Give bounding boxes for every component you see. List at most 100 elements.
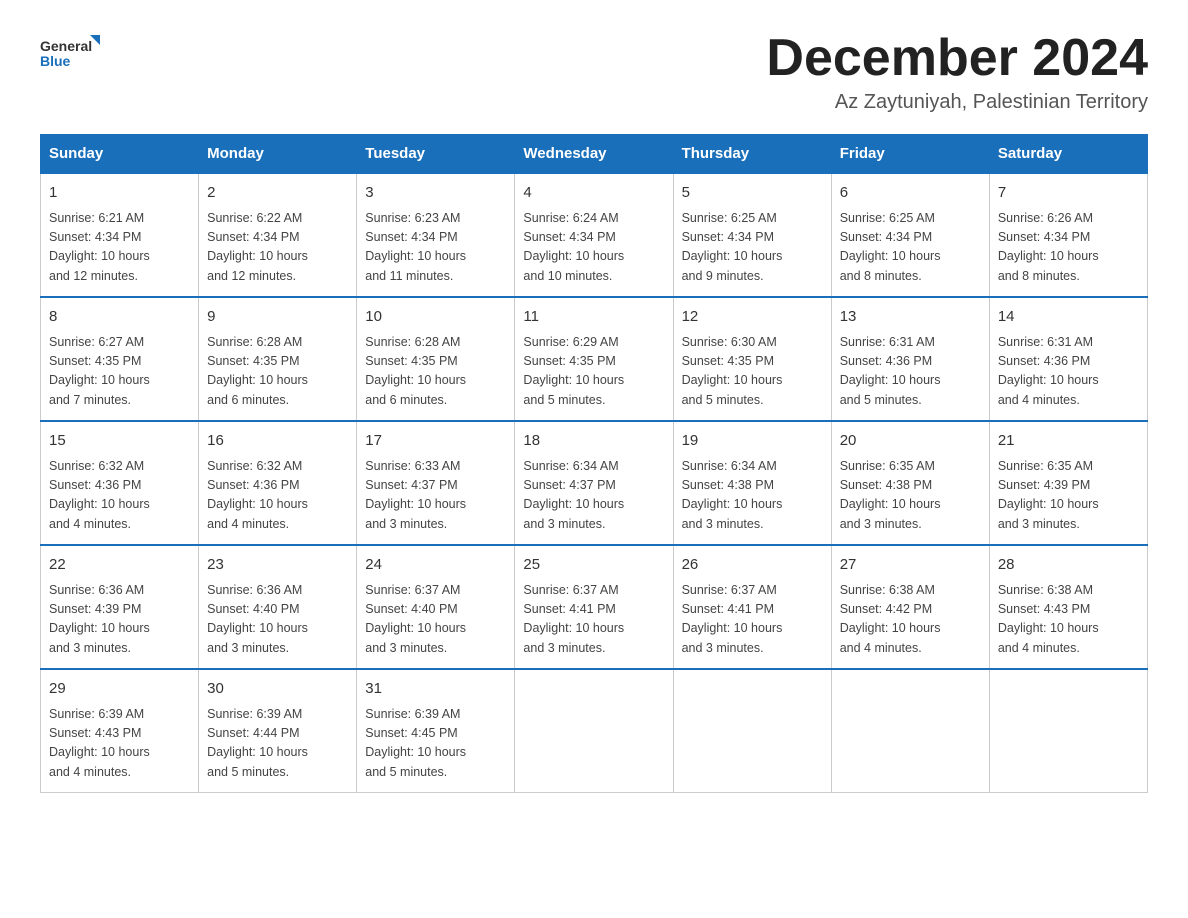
calendar-week-row: 22 Sunrise: 6:36 AMSunset: 4:39 PMDaylig… [41, 545, 1148, 669]
day-info: Sunrise: 6:38 AMSunset: 4:43 PMDaylight:… [998, 581, 1139, 659]
day-number: 12 [682, 306, 823, 329]
calendar-week-row: 8 Sunrise: 6:27 AMSunset: 4:35 PMDayligh… [41, 297, 1148, 421]
calendar-week-row: 1 Sunrise: 6:21 AMSunset: 4:34 PMDayligh… [41, 173, 1148, 297]
day-info: Sunrise: 6:25 AMSunset: 4:34 PMDaylight:… [840, 209, 981, 287]
day-info: Sunrise: 6:25 AMSunset: 4:34 PMDaylight:… [682, 209, 823, 287]
day-number: 14 [998, 306, 1139, 329]
calendar-week-row: 29 Sunrise: 6:39 AMSunset: 4:43 PMDaylig… [41, 669, 1148, 793]
day-number: 27 [840, 554, 981, 577]
calendar-cell: 8 Sunrise: 6:27 AMSunset: 4:35 PMDayligh… [41, 297, 199, 421]
day-info: Sunrise: 6:21 AMSunset: 4:34 PMDaylight:… [49, 209, 190, 287]
day-number: 21 [998, 430, 1139, 453]
calendar-cell: 25 Sunrise: 6:37 AMSunset: 4:41 PMDaylig… [515, 545, 673, 669]
day-number: 24 [365, 554, 506, 577]
calendar-cell [673, 669, 831, 793]
day-number: 28 [998, 554, 1139, 577]
day-number: 26 [682, 554, 823, 577]
calendar-cell: 13 Sunrise: 6:31 AMSunset: 4:36 PMDaylig… [831, 297, 989, 421]
calendar-cell: 31 Sunrise: 6:39 AMSunset: 4:45 PMDaylig… [357, 669, 515, 793]
day-info: Sunrise: 6:29 AMSunset: 4:35 PMDaylight:… [523, 333, 664, 411]
calendar-cell: 1 Sunrise: 6:21 AMSunset: 4:34 PMDayligh… [41, 173, 199, 297]
calendar-cell: 27 Sunrise: 6:38 AMSunset: 4:42 PMDaylig… [831, 545, 989, 669]
calendar-table: SundayMondayTuesdayWednesdayThursdayFrid… [40, 134, 1148, 793]
calendar-cell: 9 Sunrise: 6:28 AMSunset: 4:35 PMDayligh… [199, 297, 357, 421]
title-section: December 2024 Az Zaytuniyah, Palestinian… [766, 30, 1148, 114]
col-header-sunday: Sunday [41, 135, 199, 174]
day-info: Sunrise: 6:36 AMSunset: 4:39 PMDaylight:… [49, 581, 190, 659]
calendar-cell: 4 Sunrise: 6:24 AMSunset: 4:34 PMDayligh… [515, 173, 673, 297]
col-header-friday: Friday [831, 135, 989, 174]
day-number: 22 [49, 554, 190, 577]
calendar-cell: 10 Sunrise: 6:28 AMSunset: 4:35 PMDaylig… [357, 297, 515, 421]
col-header-tuesday: Tuesday [357, 135, 515, 174]
calendar-cell: 3 Sunrise: 6:23 AMSunset: 4:34 PMDayligh… [357, 173, 515, 297]
day-number: 4 [523, 182, 664, 205]
day-info: Sunrise: 6:24 AMSunset: 4:34 PMDaylight:… [523, 209, 664, 287]
calendar-cell: 29 Sunrise: 6:39 AMSunset: 4:43 PMDaylig… [41, 669, 199, 793]
calendar-cell: 17 Sunrise: 6:33 AMSunset: 4:37 PMDaylig… [357, 421, 515, 545]
day-number: 8 [49, 306, 190, 329]
day-info: Sunrise: 6:37 AMSunset: 4:41 PMDaylight:… [682, 581, 823, 659]
calendar-cell: 12 Sunrise: 6:30 AMSunset: 4:35 PMDaylig… [673, 297, 831, 421]
day-number: 23 [207, 554, 348, 577]
day-info: Sunrise: 6:39 AMSunset: 4:45 PMDaylight:… [365, 705, 506, 783]
day-info: Sunrise: 6:35 AMSunset: 4:39 PMDaylight:… [998, 457, 1139, 535]
day-number: 9 [207, 306, 348, 329]
day-number: 31 [365, 678, 506, 701]
day-number: 10 [365, 306, 506, 329]
day-info: Sunrise: 6:39 AMSunset: 4:43 PMDaylight:… [49, 705, 190, 783]
calendar-cell: 14 Sunrise: 6:31 AMSunset: 4:36 PMDaylig… [989, 297, 1147, 421]
calendar-cell: 24 Sunrise: 6:37 AMSunset: 4:40 PMDaylig… [357, 545, 515, 669]
col-header-wednesday: Wednesday [515, 135, 673, 174]
calendar-cell: 26 Sunrise: 6:37 AMSunset: 4:41 PMDaylig… [673, 545, 831, 669]
day-info: Sunrise: 6:39 AMSunset: 4:44 PMDaylight:… [207, 705, 348, 783]
day-info: Sunrise: 6:35 AMSunset: 4:38 PMDaylight:… [840, 457, 981, 535]
day-number: 20 [840, 430, 981, 453]
calendar-header-row: SundayMondayTuesdayWednesdayThursdayFrid… [41, 135, 1148, 174]
col-header-monday: Monday [199, 135, 357, 174]
day-number: 29 [49, 678, 190, 701]
day-info: Sunrise: 6:33 AMSunset: 4:37 PMDaylight:… [365, 457, 506, 535]
calendar-cell: 11 Sunrise: 6:29 AMSunset: 4:35 PMDaylig… [515, 297, 673, 421]
day-info: Sunrise: 6:28 AMSunset: 4:35 PMDaylight:… [207, 333, 348, 411]
calendar-cell: 28 Sunrise: 6:38 AMSunset: 4:43 PMDaylig… [989, 545, 1147, 669]
col-header-thursday: Thursday [673, 135, 831, 174]
day-info: Sunrise: 6:36 AMSunset: 4:40 PMDaylight:… [207, 581, 348, 659]
day-number: 3 [365, 182, 506, 205]
day-number: 5 [682, 182, 823, 205]
day-number: 25 [523, 554, 664, 577]
calendar-cell: 19 Sunrise: 6:34 AMSunset: 4:38 PMDaylig… [673, 421, 831, 545]
day-info: Sunrise: 6:37 AMSunset: 4:40 PMDaylight:… [365, 581, 506, 659]
day-number: 13 [840, 306, 981, 329]
calendar-cell: 7 Sunrise: 6:26 AMSunset: 4:34 PMDayligh… [989, 173, 1147, 297]
day-number: 1 [49, 182, 190, 205]
day-info: Sunrise: 6:37 AMSunset: 4:41 PMDaylight:… [523, 581, 664, 659]
day-info: Sunrise: 6:23 AMSunset: 4:34 PMDaylight:… [365, 209, 506, 287]
day-number: 16 [207, 430, 348, 453]
col-header-saturday: Saturday [989, 135, 1147, 174]
calendar-cell: 18 Sunrise: 6:34 AMSunset: 4:37 PMDaylig… [515, 421, 673, 545]
calendar-cell: 2 Sunrise: 6:22 AMSunset: 4:34 PMDayligh… [199, 173, 357, 297]
day-info: Sunrise: 6:31 AMSunset: 4:36 PMDaylight:… [840, 333, 981, 411]
page-title: December 2024 [766, 30, 1148, 87]
day-info: Sunrise: 6:34 AMSunset: 4:38 PMDaylight:… [682, 457, 823, 535]
day-info: Sunrise: 6:31 AMSunset: 4:36 PMDaylight:… [998, 333, 1139, 411]
calendar-week-row: 15 Sunrise: 6:32 AMSunset: 4:36 PMDaylig… [41, 421, 1148, 545]
calendar-cell [989, 669, 1147, 793]
page-subtitle: Az Zaytuniyah, Palestinian Territory [766, 91, 1148, 114]
calendar-cell: 21 Sunrise: 6:35 AMSunset: 4:39 PMDaylig… [989, 421, 1147, 545]
calendar-cell: 15 Sunrise: 6:32 AMSunset: 4:36 PMDaylig… [41, 421, 199, 545]
day-number: 30 [207, 678, 348, 701]
calendar-cell [831, 669, 989, 793]
day-info: Sunrise: 6:34 AMSunset: 4:37 PMDaylight:… [523, 457, 664, 535]
day-number: 19 [682, 430, 823, 453]
logo: General Blue [40, 30, 100, 80]
svg-text:Blue: Blue [40, 53, 71, 69]
day-number: 7 [998, 182, 1139, 205]
day-number: 15 [49, 430, 190, 453]
svg-text:General: General [40, 38, 92, 54]
day-number: 6 [840, 182, 981, 205]
page-header: General Blue December 2024 Az Zaytuniyah… [40, 30, 1148, 114]
calendar-cell: 30 Sunrise: 6:39 AMSunset: 4:44 PMDaylig… [199, 669, 357, 793]
day-info: Sunrise: 6:27 AMSunset: 4:35 PMDaylight:… [49, 333, 190, 411]
